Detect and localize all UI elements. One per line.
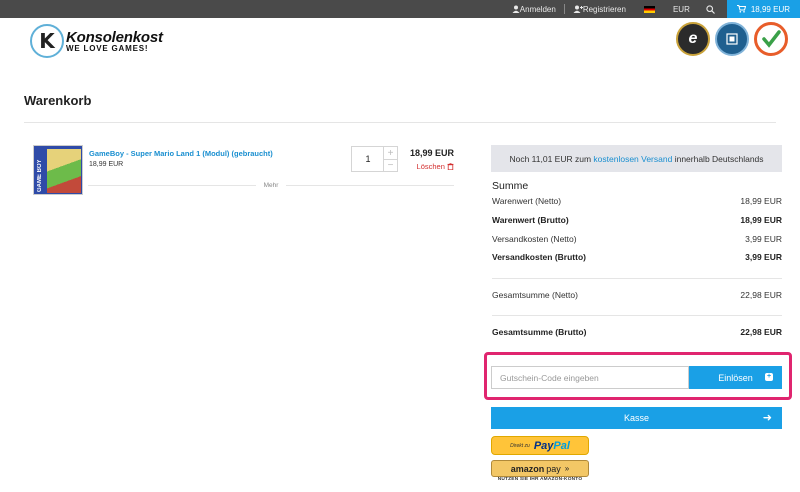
amazon-pay-label: pay bbox=[546, 463, 561, 474]
divider bbox=[492, 278, 782, 279]
summary-label: Gesamtsumme (Netto) bbox=[492, 290, 578, 300]
checkout-button[interactable]: Kasse ➜ bbox=[491, 407, 782, 429]
cart-icon bbox=[736, 5, 746, 13]
shop-logo[interactable]: K Konsolenkost WE LOVE GAMES! bbox=[30, 24, 163, 58]
line-total: 18,99 EUR bbox=[409, 148, 454, 158]
summary-value: 3,99 EUR bbox=[745, 252, 782, 262]
checkmark-seal-icon[interactable] bbox=[754, 22, 788, 56]
trusted-shops-seal-icon[interactable]: e bbox=[676, 22, 710, 56]
seal-letter: e bbox=[688, 30, 698, 47]
double-chevron-icon: » bbox=[564, 464, 570, 473]
summary-row: Gesamtsumme (Brutto) 22,98 EUR bbox=[492, 327, 782, 337]
coupon-code-input[interactable]: Gutschein-Code eingeben bbox=[491, 366, 689, 389]
german-flag-icon bbox=[643, 5, 655, 13]
summary-value: 3,99 EUR bbox=[745, 234, 782, 244]
summary-row: Warenwert (Brutto) 18,99 EUR bbox=[492, 215, 782, 225]
product-name-link[interactable]: GameBoy - Super Mario Land 1 (Modul) (ge… bbox=[89, 149, 273, 158]
summary-label: Gesamtsumme (Brutto) bbox=[492, 327, 587, 337]
summary-row: Versandkosten (Netto) 3,99 EUR bbox=[492, 234, 782, 244]
logo-name: Konsolenkost bbox=[66, 28, 163, 46]
product-unit-price: 18,99 EUR bbox=[89, 161, 124, 168]
product-image-caption: GAME BOY bbox=[37, 159, 43, 192]
amazon-pay-note: NUTZEN SIE IHR AMAZON-KONTO bbox=[497, 477, 583, 482]
more-label: Mehr bbox=[263, 181, 279, 189]
amazon-pay-button[interactable]: amazon pay » bbox=[491, 460, 589, 477]
checkout-label: Kasse bbox=[623, 413, 649, 423]
login-link[interactable]: Anmelden bbox=[504, 0, 564, 18]
register-label: Registrieren bbox=[582, 4, 626, 14]
product-cover-art bbox=[47, 149, 81, 193]
currency-selector[interactable]: EUR bbox=[665, 0, 698, 18]
search-icon bbox=[706, 4, 715, 14]
divider bbox=[24, 122, 776, 123]
summary-label: Versandkosten (Brutto) bbox=[492, 252, 586, 262]
user-plus-icon bbox=[573, 5, 583, 13]
summary-value: 22,98 EUR bbox=[740, 327, 782, 337]
free-shipping-note: Noch 11,01 EUR zum kostenlosen Versand i… bbox=[491, 145, 782, 172]
top-bar: Anmelden Registrieren EUR 18,99 EUR bbox=[0, 0, 800, 18]
redeem-coupon-button[interactable]: Einlösen + bbox=[689, 366, 782, 389]
search-button[interactable] bbox=[698, 0, 723, 18]
paypal-logo-pal: Pal bbox=[553, 439, 570, 452]
trash-icon bbox=[447, 163, 454, 171]
logo-icon: K bbox=[30, 24, 64, 58]
quantity-stepper: 1 + − bbox=[351, 146, 398, 172]
cart-total: 18,99 EUR bbox=[750, 4, 790, 14]
summary-row: Warenwert (Netto) 18,99 EUR bbox=[492, 196, 782, 206]
arrow-right-icon: ➜ bbox=[762, 412, 772, 424]
summary-row: Gesamtsumme (Netto) 22,98 EUR bbox=[492, 290, 782, 300]
summary-label: Warenwert (Netto) bbox=[492, 196, 562, 206]
gift-icon: + bbox=[765, 373, 773, 381]
register-link[interactable]: Registrieren bbox=[565, 0, 634, 18]
summary-label: Versandkosten (Netto) bbox=[492, 234, 577, 244]
trust-seals: e bbox=[676, 22, 788, 56]
delete-label: Löschen bbox=[416, 162, 445, 171]
login-label: Anmelden bbox=[519, 4, 556, 14]
shipping-note-pre: Noch 11,01 EUR zum bbox=[509, 153, 592, 164]
summary-value: 22,98 EUR bbox=[740, 290, 782, 300]
certificate-seal-icon[interactable] bbox=[715, 22, 749, 56]
quantity-increase-button[interactable]: + bbox=[384, 147, 397, 159]
free-shipping-link[interactable]: kostenlosen Versand bbox=[593, 154, 672, 164]
page-title: Warenkorb bbox=[24, 93, 92, 108]
user-icon bbox=[512, 5, 520, 13]
quantity-input[interactable]: 1 bbox=[352, 147, 384, 171]
logo-letter: K bbox=[39, 29, 55, 53]
more-toggle[interactable]: Mehr bbox=[88, 180, 454, 190]
shipping-note-post: innerhalb Deutschlands bbox=[674, 153, 764, 164]
quantity-decrease-button[interactable]: − bbox=[384, 159, 397, 171]
summary-label: Warenwert (Brutto) bbox=[492, 215, 569, 225]
cart-button[interactable]: 18,99 EUR bbox=[726, 0, 800, 18]
amazon-brand: amazon bbox=[510, 463, 545, 474]
summary-row: Versandkosten (Brutto) 3,99 EUR bbox=[492, 252, 782, 262]
product-image[interactable]: GAME BOY bbox=[33, 145, 83, 195]
redeem-label: Einlösen bbox=[718, 372, 753, 383]
paypal-logo-pay: Pay bbox=[533, 439, 554, 452]
summary-value: 18,99 EUR bbox=[740, 215, 782, 225]
summary-value: 18,99 EUR bbox=[740, 196, 782, 206]
language-selector[interactable] bbox=[634, 0, 665, 18]
paypal-button[interactable]: Direkt zu Pay Pal bbox=[491, 436, 589, 455]
delete-item-button[interactable]: Löschen bbox=[417, 162, 454, 171]
paypal-prefix: Direkt zu bbox=[510, 442, 530, 449]
summary-title: Summe bbox=[492, 180, 529, 192]
currency-label: EUR bbox=[672, 4, 690, 14]
logo-tagline: WE LOVE GAMES! bbox=[66, 43, 149, 53]
divider bbox=[492, 315, 782, 316]
